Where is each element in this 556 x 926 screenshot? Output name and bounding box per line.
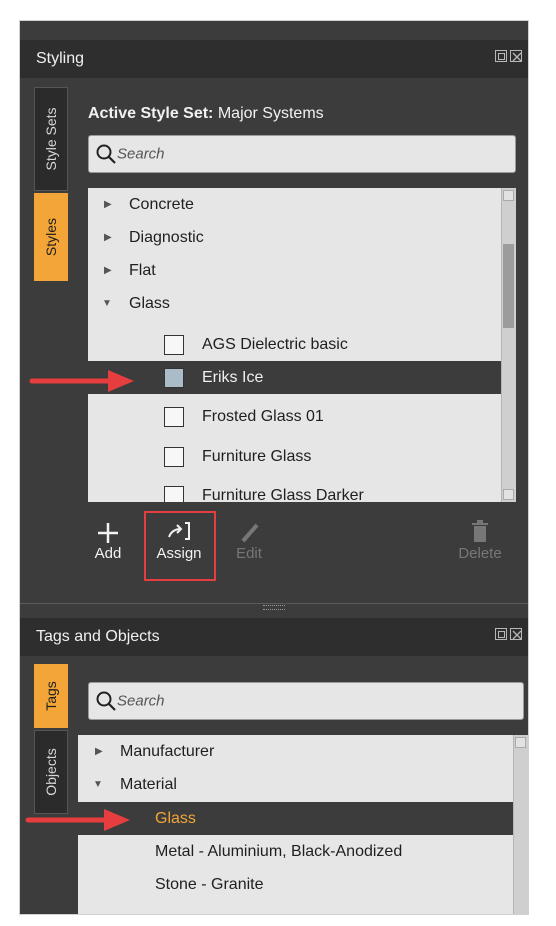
scroll-up-button[interactable] [503, 190, 514, 201]
plus-icon [98, 523, 118, 543]
tab-tags[interactable]: Tags [34, 664, 68, 728]
style-item[interactable]: Furniture Glass Darker [88, 479, 502, 502]
material-swatch [164, 447, 184, 467]
tags-scrollbar[interactable] [513, 735, 528, 914]
tags-panel-header: Tags and Objects [20, 618, 528, 656]
trash-icon [472, 520, 488, 542]
tag-material[interactable]: ▼ Material [78, 768, 514, 801]
tab-styles[interactable]: Styles [34, 193, 68, 281]
pointer-arrow-icon [29, 370, 134, 392]
tab-style-sets[interactable]: Style Sets [34, 87, 68, 191]
tags-search-input[interactable]: Search [88, 682, 524, 720]
tag-item[interactable]: Metal - Aluminium, Black-Anodized [78, 835, 514, 868]
tag-item[interactable]: Stone - Granite [78, 868, 514, 901]
material-swatch [164, 368, 184, 388]
style-item[interactable]: Furniture Glass [88, 440, 502, 473]
category-concrete[interactable]: ▶ Concrete [88, 188, 502, 221]
expand-arrow-icon[interactable]: ▶ [95, 735, 103, 768]
expand-arrow-icon[interactable]: ▶ [104, 254, 112, 287]
material-swatch [164, 486, 184, 502]
expand-arrow-icon[interactable]: ▶ [104, 188, 112, 221]
delete-button[interactable]: Delete [450, 517, 510, 562]
styles-search-input[interactable]: Search [88, 135, 516, 173]
category-diagnostic[interactable]: ▶ Diagnostic [88, 221, 502, 254]
scroll-up-button[interactable] [515, 737, 526, 748]
material-swatch [164, 335, 184, 355]
search-icon [96, 144, 116, 164]
scroll-thumb[interactable] [503, 244, 514, 328]
restore-icon[interactable] [495, 628, 507, 640]
style-item[interactable]: AGS Dielectric basic [88, 328, 502, 361]
collapse-arrow-icon[interactable]: ▼ [93, 768, 103, 801]
collapse-arrow-icon[interactable]: ▼ [102, 287, 112, 320]
style-item-selected[interactable]: Eriks Ice [88, 361, 516, 394]
edit-button[interactable]: Edit [229, 517, 269, 562]
panel-splitter[interactable] [20, 597, 528, 617]
close-icon[interactable] [510, 628, 522, 640]
tab-objects[interactable]: Objects [34, 730, 68, 814]
tag-glass-selected[interactable]: Glass [78, 802, 514, 835]
category-flat[interactable]: ▶ Flat [88, 254, 502, 287]
material-swatch [164, 407, 184, 427]
tags-panel-title: Tags and Objects [36, 628, 160, 645]
styles-list: ▶ Concrete ▶ Diagnostic ▶ Flat ▼ Glass A… [88, 188, 516, 502]
active-style-set: Active Style Set: Major Systems [88, 105, 324, 122]
pencil-icon [241, 523, 259, 543]
style-item[interactable]: Frosted Glass 01 [88, 400, 502, 433]
assign-highlight-box [144, 511, 216, 581]
search-icon [96, 691, 116, 711]
styles-scrollbar[interactable] [501, 188, 516, 502]
styling-panel-title: Styling [36, 50, 85, 67]
restore-icon[interactable] [495, 50, 507, 62]
tags-tree: ▶ Manufacturer ▼ Material Glass Metal - … [78, 735, 528, 914]
category-glass[interactable]: ▼ Glass [88, 287, 502, 320]
add-button[interactable]: Add [88, 517, 128, 562]
app-frame: Styling Style Sets Styles Active Style S… [19, 20, 529, 915]
styling-panel-header: Styling [20, 40, 528, 78]
scroll-down-button[interactable] [503, 489, 514, 500]
close-icon[interactable] [510, 50, 522, 62]
expand-arrow-icon[interactable]: ▶ [104, 221, 112, 254]
tag-manufacturer[interactable]: ▶ Manufacturer [78, 735, 514, 768]
pointer-arrow-icon [25, 809, 130, 831]
